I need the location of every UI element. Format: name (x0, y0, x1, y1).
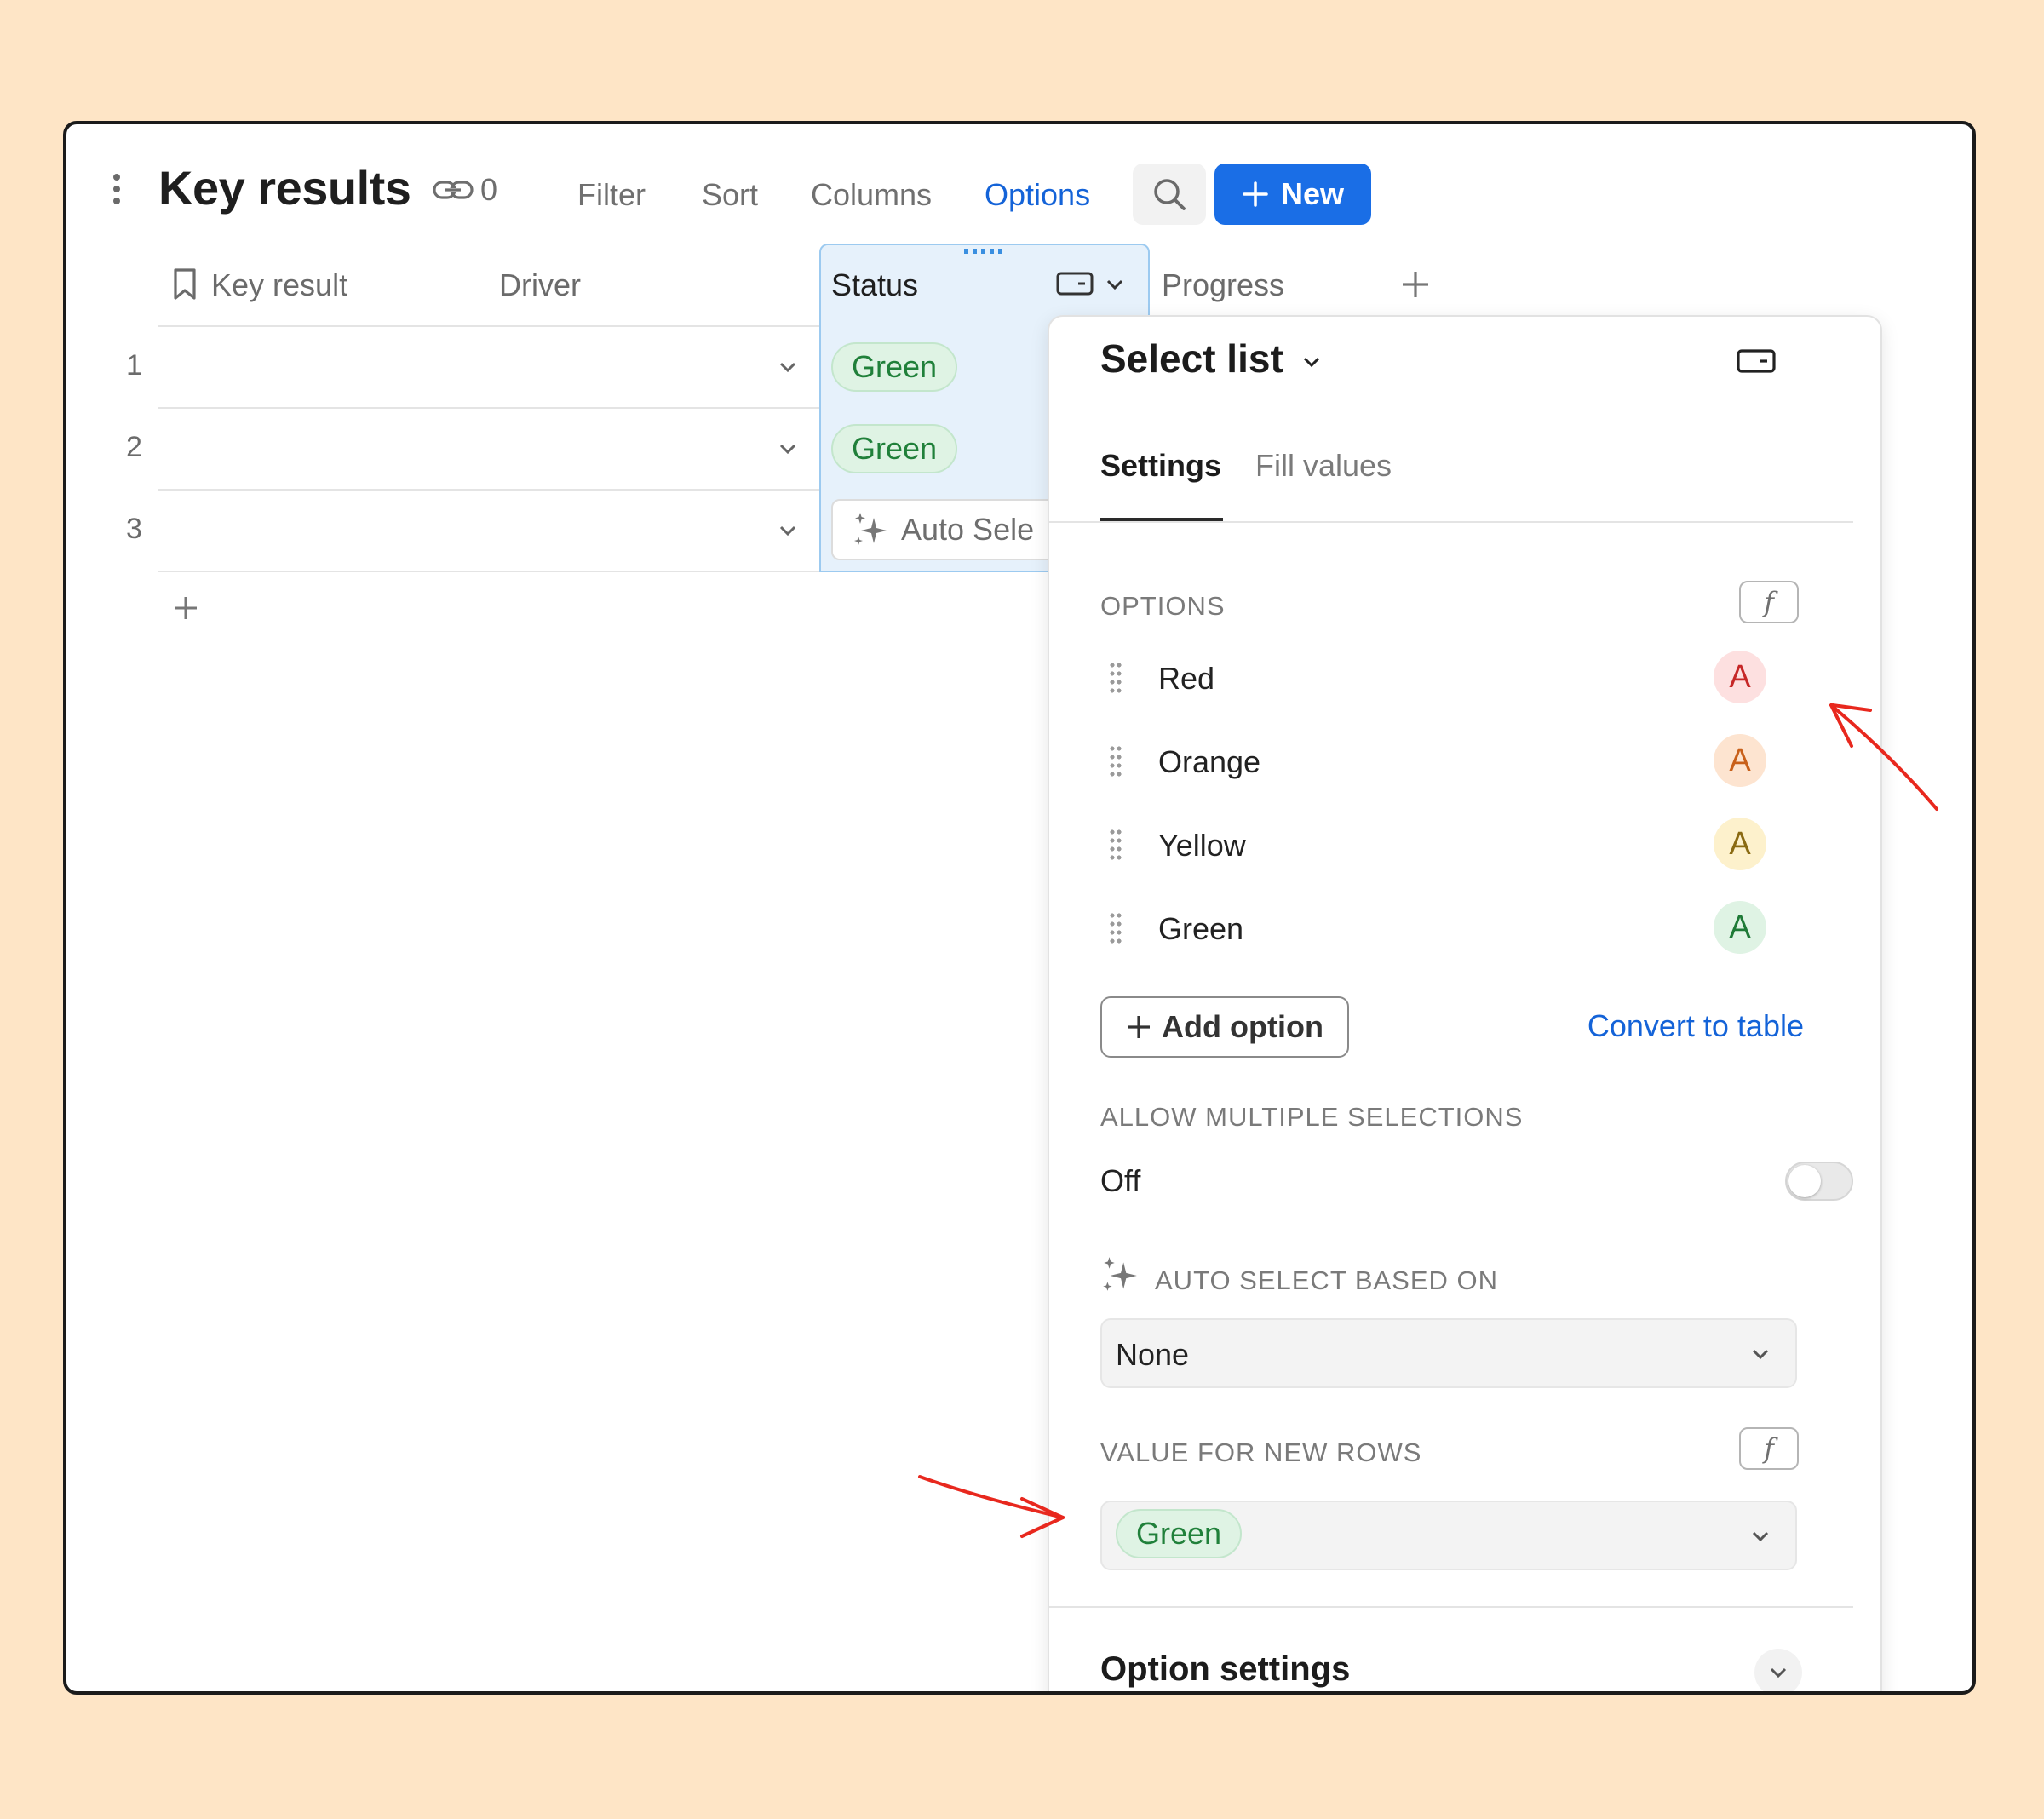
auto-select-label: AUTO SELECT BASED ON (1155, 1265, 1499, 1295)
sort-button[interactable]: Sort (702, 177, 758, 213)
divider (1049, 521, 1853, 523)
value-new-rows-label: VALUE FOR NEW ROWS (1100, 1437, 1422, 1467)
option-label[interactable]: Yellow (1158, 828, 1246, 864)
option-settings-heading[interactable]: Option settings (1100, 1650, 1350, 1689)
tab-fill-values[interactable]: Fill values (1255, 448, 1392, 484)
filter-button[interactable]: Filter (577, 177, 646, 213)
column-header-progress[interactable]: Progress (1162, 267, 1284, 303)
chevron-down-icon (1770, 1667, 1787, 1678)
divider (158, 407, 819, 409)
allow-multiple-toggle[interactable] (1785, 1162, 1853, 1201)
app-window: Key results 0 Filter Sort Columns Option… (63, 121, 1976, 1695)
formula-icon: f (1764, 1432, 1774, 1465)
search-button[interactable] (1133, 164, 1206, 225)
auto-select-cell-label: Auto Sele (901, 512, 1035, 547)
allow-multiple-label: ALLOW MULTIPLE SELECTIONS (1100, 1102, 1524, 1132)
row-number: 3 (126, 513, 142, 545)
formula-button[interactable]: f (1739, 1427, 1799, 1470)
chevron-down-icon[interactable] (1105, 276, 1124, 293)
chevron-down-icon (1752, 1349, 1769, 1360)
drag-handle-icon[interactable] (1109, 744, 1122, 778)
new-button[interactable]: New (1214, 164, 1371, 225)
annotation-arrow-icon (918, 1475, 1065, 1538)
option-label[interactable]: Green (1158, 911, 1243, 947)
options-section-label: OPTIONS (1100, 591, 1226, 621)
allow-multiple-value: Off (1100, 1163, 1141, 1198)
option-label[interactable]: Red (1158, 661, 1214, 697)
annotation-arrow-icon (1829, 703, 1938, 811)
chevron-down-icon (1303, 357, 1319, 367)
sparkle-icon (854, 513, 887, 545)
bookmark-icon (174, 268, 196, 300)
value-new-rows-pill: Green (1116, 1509, 1243, 1558)
chevron-down-icon[interactable] (778, 358, 797, 376)
page-title: Key results (158, 161, 411, 215)
drag-handle-icon[interactable] (1109, 911, 1122, 945)
drag-handle-icon[interactable] (1109, 828, 1122, 862)
add-option-label: Add option (1162, 1009, 1323, 1044)
plus-icon (1243, 181, 1268, 207)
convert-to-table-link[interactable]: Convert to table (1588, 1008, 1804, 1044)
option-color-button[interactable]: A (1714, 901, 1766, 954)
column-header-key-result[interactable]: Key result (211, 267, 347, 303)
chevron-down-icon (1752, 1531, 1769, 1542)
formula-button[interactable]: f (1739, 581, 1799, 623)
divider (158, 571, 819, 572)
option-color-button[interactable]: A (1714, 734, 1766, 787)
new-button-label: New (1280, 176, 1345, 211)
column-header-driver[interactable]: Driver (499, 267, 581, 303)
option-label[interactable]: Orange (1158, 744, 1260, 780)
auto-select-dropdown[interactable]: None (1100, 1318, 1797, 1388)
formula-icon: f (1764, 586, 1774, 618)
panel-title-text: Select list (1100, 336, 1283, 381)
add-row-icon[interactable] (172, 594, 199, 622)
row-number: 1 (126, 349, 142, 382)
columns-button[interactable]: Columns (811, 177, 932, 213)
plus-icon (1128, 1016, 1151, 1038)
chevron-down-icon[interactable] (778, 521, 797, 540)
divider (1049, 1606, 1853, 1608)
add-column-icon[interactable] (1400, 269, 1431, 300)
column-settings-panel: Select list Settings Fill values OPTIONS… (1048, 315, 1882, 1691)
status-pill[interactable]: Green (831, 342, 958, 392)
chevron-down-icon[interactable] (778, 439, 797, 458)
value-new-rows-dropdown[interactable]: Green (1100, 1501, 1797, 1570)
column-drag-handle[interactable] (964, 249, 1005, 254)
more-options-icon[interactable] (111, 174, 123, 208)
option-settings-toggle[interactable] (1754, 1649, 1802, 1691)
divider (158, 325, 819, 327)
drag-handle-icon[interactable] (1109, 661, 1122, 695)
options-button[interactable]: Options (985, 177, 1090, 213)
search-icon (1154, 179, 1186, 210)
select-list-icon (1737, 349, 1776, 373)
panel-title[interactable]: Select list (1100, 336, 1322, 382)
select-list-icon[interactable] (1056, 271, 1094, 296)
tab-settings[interactable]: Settings (1100, 448, 1221, 484)
auto-select-value: None (1116, 1337, 1190, 1372)
sparkle-icon (1103, 1257, 1137, 1291)
add-option-button[interactable]: Add option (1100, 996, 1349, 1058)
row-number: 2 (126, 431, 142, 463)
divider (158, 489, 819, 491)
link-count: 0 (480, 172, 498, 207)
column-header-status[interactable]: Status (831, 267, 918, 303)
link-icon[interactable] (433, 177, 474, 203)
status-pill[interactable]: Green (831, 424, 958, 473)
option-color-button[interactable]: A (1714, 651, 1766, 703)
option-color-button[interactable]: A (1714, 818, 1766, 870)
